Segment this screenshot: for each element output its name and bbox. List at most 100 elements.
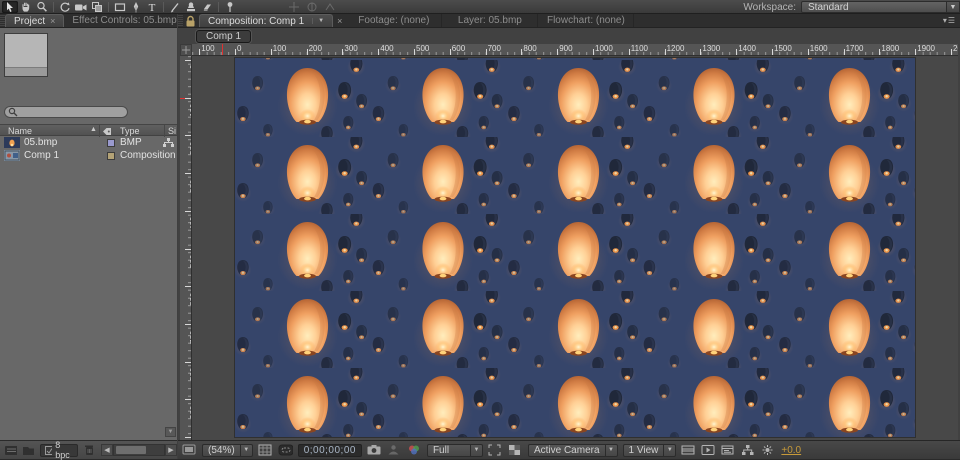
hand-tool[interactable]	[18, 1, 34, 13]
ruler-major-tick	[414, 49, 415, 55]
viewer-lock-icon[interactable]	[185, 15, 196, 27]
label-swatch[interactable]	[107, 152, 115, 160]
world-axis-icon[interactable]	[306, 1, 318, 13]
local-axis-icon[interactable]	[288, 1, 300, 13]
shape-tool[interactable]	[112, 1, 128, 13]
tab-footage[interactable]: Footage: (none)	[346, 14, 442, 27]
show-channel-icon[interactable]	[407, 444, 422, 457]
pixel-aspect-icon[interactable]	[681, 444, 696, 457]
ruler-label: 800	[523, 44, 536, 53]
ruler-label: 700	[488, 44, 501, 53]
viewer-dropdown-arrow[interactable]: ▼	[312, 18, 324, 24]
ruler-label: 1500	[774, 44, 792, 53]
ruler-major-tick	[185, 362, 191, 363]
scrollbar-thumb[interactable]	[116, 446, 146, 454]
ruler-major-tick	[629, 49, 630, 55]
resolution-dropdown[interactable]: Full ▼	[427, 444, 483, 457]
comp-viewport[interactable]	[192, 56, 958, 440]
close-icon[interactable]: ×	[50, 16, 55, 26]
timeline-icon[interactable]	[721, 444, 736, 457]
project-search-input[interactable]	[4, 106, 128, 118]
pan-behind-icon	[91, 1, 103, 13]
workspace-dropdown[interactable]: Standard	[801, 1, 947, 13]
horizontal-ruler[interactable]: 1000100200300400500600700800900100011001…	[192, 44, 958, 56]
project-hscrollbar[interactable]: ◀ ▶	[101, 444, 177, 456]
sort-arrow-icon: ▲	[90, 126, 97, 133]
clone-stamp-tool[interactable]	[183, 1, 199, 13]
project-list-header[interactable]: Name ▲ Type Si	[0, 124, 177, 136]
region-of-interest-icon[interactable]	[488, 444, 503, 457]
view-layout-dropdown[interactable]: 1 View ▼	[623, 444, 677, 457]
camera-icon	[74, 1, 88, 13]
axis-mode-buttons	[288, 1, 336, 13]
workspace-dropdown-arrow[interactable]: ▼	[947, 1, 960, 13]
current-time-display[interactable]: 0;00;00;00	[298, 444, 362, 457]
scroll-left-button[interactable]: ◀	[101, 444, 113, 456]
transparency-grid-icon[interactable]	[508, 444, 523, 457]
safe-zones-icon[interactable]	[258, 444, 273, 457]
snapshot-camera-icon[interactable]	[367, 444, 382, 457]
flowchart-icon[interactable]	[741, 444, 756, 457]
rectangle-icon	[114, 1, 126, 13]
ruler-label: 500	[416, 44, 429, 53]
close-viewer-icon[interactable]: ×	[333, 14, 346, 27]
mask-visibility-icon[interactable]	[278, 444, 293, 457]
tab-layer[interactable]: Layer: 05.bmp	[442, 14, 538, 27]
panel-menu-icon[interactable]: ▾☰	[939, 14, 960, 27]
selection-tool[interactable]	[2, 1, 18, 13]
interpret-footage-icon[interactable]	[5, 445, 17, 456]
project-footer-bar: 8 bpc ◀ ▶	[0, 440, 177, 459]
project-item-05bmp[interactable]: 05.bmp BMP	[0, 136, 177, 149]
reset-exposure-icon[interactable]	[761, 444, 776, 457]
project-panel: Name ▲ Type Si 05.bmp BMP Comp 1 Composi…	[0, 28, 177, 440]
ruler-major-tick	[521, 49, 522, 55]
label-color-icon[interactable]	[102, 127, 112, 136]
zoom-tool[interactable]	[34, 1, 50, 13]
ruler-major-tick	[557, 49, 558, 55]
ruler-origin-button[interactable]	[180, 44, 192, 56]
eraser-tool[interactable]	[199, 1, 215, 13]
panel-grip[interactable]	[178, 14, 183, 27]
3d-view-dropdown[interactable]: Active Camera ▼	[528, 444, 618, 457]
exposure-value[interactable]: +0.0	[781, 445, 801, 456]
tab-project[interactable]: Project ×	[5, 14, 64, 27]
ruler-major-tick	[185, 60, 191, 61]
column-name[interactable]: Name	[8, 126, 32, 136]
vertical-ruler[interactable]: 01002003004005006007008009001000	[180, 56, 192, 440]
tab-flowchart[interactable]: Flowchart: (none)	[538, 14, 634, 27]
new-folder-icon[interactable]	[23, 445, 35, 456]
column-type[interactable]: Type	[120, 126, 140, 136]
comp-breadcrumb-button[interactable]: Comp 1	[196, 30, 251, 43]
label-swatch[interactable]	[107, 139, 115, 147]
view-axis-icon[interactable]	[324, 1, 336, 13]
magnification-dropdown[interactable]: (54%) ▼	[202, 444, 253, 457]
tab-composition[interactable]: Composition: Comp 1 ▼	[199, 14, 333, 27]
puppet-pin-tool[interactable]	[222, 1, 238, 13]
camera-tool[interactable]	[73, 1, 89, 13]
ruler-label: 1300	[702, 44, 720, 53]
type-icon: T	[146, 1, 158, 13]
fast-previews-icon[interactable]	[701, 444, 716, 457]
scroll-right-button[interactable]: ▶	[165, 444, 177, 456]
pen-tool[interactable]	[128, 1, 144, 13]
chevron-down-icon: ▼	[605, 445, 617, 456]
color-depth-button[interactable]: 8 bpc	[40, 444, 78, 457]
column-size[interactable]: Si	[168, 126, 176, 136]
brush-tool[interactable]	[167, 1, 183, 13]
project-item-comp1[interactable]: Comp 1 Composition	[0, 149, 177, 162]
show-snapshot-icon[interactable]	[387, 444, 402, 457]
workspace-label: Workspace:	[743, 2, 796, 13]
always-preview-icon[interactable]	[182, 444, 197, 457]
trash-icon[interactable]	[84, 444, 93, 456]
type-tool[interactable]: T	[144, 1, 160, 13]
toolbar-separator	[163, 2, 164, 12]
tab-effect-controls[interactable]: Effect Controls: 05.bmp	[64, 14, 185, 27]
ruler-major-tick	[450, 49, 451, 55]
ruler-major-tick	[342, 49, 343, 55]
pan-behind-tool[interactable]	[89, 1, 105, 13]
composition-canvas[interactable]	[235, 58, 915, 437]
scroll-down-button[interactable]: ▼	[165, 427, 176, 437]
ruler-major-tick	[378, 49, 379, 55]
ruler-label: 300	[344, 44, 357, 53]
rotation-tool[interactable]	[57, 1, 73, 13]
